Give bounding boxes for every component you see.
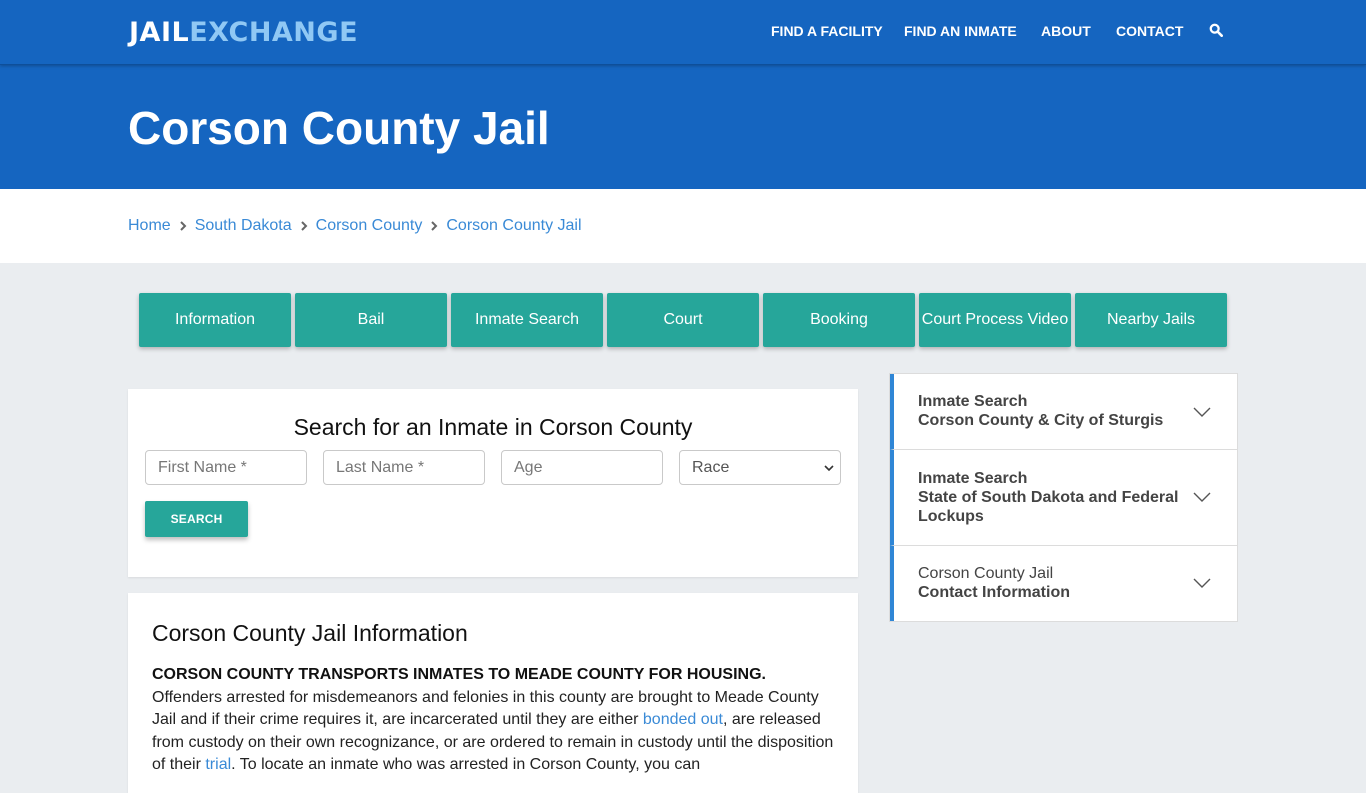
main-nav: FIND A FACILITY FIND AN INMATE ABOUT CON… xyxy=(0,22,1366,42)
tab-inmate-search[interactable]: Inmate Search xyxy=(451,293,603,347)
breadcrumb-bar: Home South Dakota Corson County Corson C… xyxy=(0,189,1366,263)
breadcrumb: Home South Dakota Corson County Corson C… xyxy=(128,216,582,236)
breadcrumb-county[interactable]: Corson County xyxy=(316,216,423,236)
accordion-subtitle-cont: Lockups xyxy=(918,508,984,525)
nav-find-an-inmate[interactable]: FIND AN INMATE xyxy=(904,22,1017,40)
info-lead: CORSON COUNTY TRANSPORTS INMATES TO MEAD… xyxy=(152,666,766,683)
breadcrumb-state[interactable]: South Dakota xyxy=(195,216,292,236)
tab-information[interactable]: Information xyxy=(139,293,291,347)
chevron-right-icon xyxy=(179,221,187,231)
accordion-title: Corson County Jail xyxy=(918,565,1054,582)
tab-bail[interactable]: Bail xyxy=(295,293,447,347)
page-hero: Corson County Jail xyxy=(0,65,1366,189)
accordion-subtitle: Corson County & City of Sturgis xyxy=(918,412,1164,429)
tab-booking[interactable]: Booking xyxy=(763,293,915,347)
sidebar-accordion: Inmate Search Corson County & City of St… xyxy=(889,373,1238,622)
last-name-input[interactable] xyxy=(323,450,485,485)
search-icon[interactable] xyxy=(1209,23,1223,37)
search-card-title: Search for an Inmate in Corson County xyxy=(293,414,693,440)
nav-about[interactable]: ABOUT xyxy=(1041,22,1091,40)
chevron-down-icon[interactable] xyxy=(1193,578,1211,588)
jail-information-card: Corson County Jail Information CORSON CO… xyxy=(128,593,858,793)
race-select[interactable]: Race xyxy=(679,450,841,485)
breadcrumb-home[interactable]: Home xyxy=(128,216,171,236)
accordion-contact-information[interactable]: Corson County Jail Contact Information xyxy=(890,546,1237,621)
tab-court-process-video[interactable]: Court Process Video xyxy=(919,293,1071,347)
info-text-3: . To locate an inmate who was arrested i… xyxy=(231,756,701,773)
top-navbar: JAILEXCHANGE FIND A FACILITY FIND AN INM… xyxy=(0,0,1366,65)
bonded-out-link[interactable]: bonded out xyxy=(643,711,723,728)
accordion-subtitle: State of South Dakota and Federal xyxy=(918,489,1179,506)
accordion-state-federal-inmate-search[interactable]: Inmate Search State of South Dakota and … xyxy=(890,450,1237,546)
chevron-right-icon xyxy=(431,221,438,231)
nav-contact[interactable]: CONTACT xyxy=(1116,22,1183,40)
accordion-title: Inmate Search xyxy=(918,393,1028,410)
trial-link[interactable]: trial xyxy=(205,756,231,773)
page-title: Corson County Jail xyxy=(128,102,550,154)
chevron-down-icon[interactable] xyxy=(1193,492,1211,502)
breadcrumb-current[interactable]: Corson County Jail xyxy=(446,216,581,236)
inmate-search-card: Search for an Inmate in Corson County Ra… xyxy=(128,389,858,577)
tab-nearby-jails[interactable]: Nearby Jails xyxy=(1075,293,1227,347)
tab-court[interactable]: Court xyxy=(607,293,759,347)
info-heading: Corson County Jail Information xyxy=(152,620,468,646)
nav-find-a-facility[interactable]: FIND A FACILITY xyxy=(771,22,883,40)
section-tabs: Information Bail Inmate Search Court Boo… xyxy=(139,293,1227,347)
age-input[interactable] xyxy=(501,450,663,485)
race-select-value: Race xyxy=(692,459,730,476)
first-name-input[interactable] xyxy=(145,450,307,485)
info-paragraph: CORSON COUNTY TRANSPORTS INMATES TO MEAD… xyxy=(152,664,834,777)
chevron-down-icon xyxy=(824,464,834,471)
accordion-county-inmate-search[interactable]: Inmate Search Corson County & City of St… xyxy=(890,374,1237,450)
search-button[interactable]: SEARCH xyxy=(145,501,248,537)
accordion-subtitle: Contact Information xyxy=(918,584,1070,601)
accordion-title: Inmate Search xyxy=(918,470,1028,487)
chevron-right-icon xyxy=(300,221,308,231)
chevron-down-icon[interactable] xyxy=(1193,407,1211,417)
